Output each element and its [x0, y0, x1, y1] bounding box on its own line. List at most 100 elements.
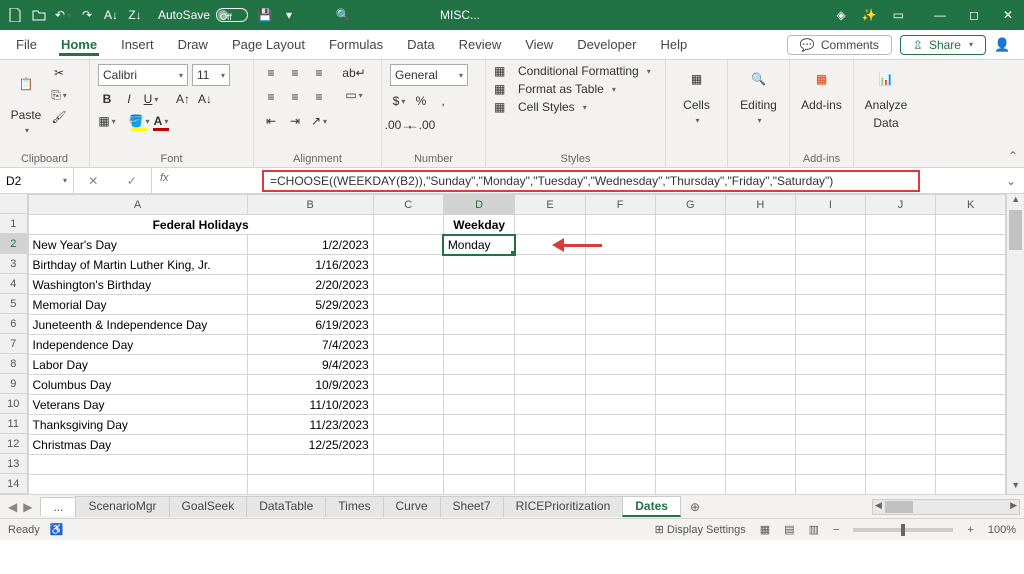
new-file-icon[interactable] — [8, 8, 22, 22]
cell[interactable] — [655, 375, 725, 395]
cell[interactable] — [443, 295, 515, 315]
percent-icon[interactable]: % — [412, 92, 430, 110]
cell[interactable] — [443, 275, 515, 295]
column-header[interactable]: C — [373, 195, 443, 215]
cell[interactable] — [515, 475, 585, 495]
zoom-slider[interactable] — [853, 528, 953, 532]
sheet-tab[interactable]: Sheet7 — [440, 496, 504, 517]
cell[interactable] — [795, 415, 865, 435]
display-settings-button[interactable]: ⊞ Display Settings — [655, 523, 746, 536]
cell[interactable] — [373, 355, 443, 375]
window-icon[interactable]: ▭ — [893, 8, 904, 22]
cell[interactable] — [795, 375, 865, 395]
cell[interactable] — [655, 355, 725, 375]
cell[interactable] — [443, 435, 515, 455]
column-header[interactable]: F — [585, 195, 655, 215]
cell[interactable] — [655, 435, 725, 455]
zoom-in-button[interactable]: + — [967, 524, 973, 536]
cell[interactable]: Independence Day — [28, 335, 247, 355]
decrease-indent-icon[interactable]: ⇤ — [262, 112, 280, 130]
cell[interactable] — [865, 355, 935, 375]
cell[interactable] — [585, 375, 655, 395]
row-header[interactable]: 4 — [0, 274, 27, 294]
align-top-icon[interactable]: ≡ — [262, 64, 280, 82]
conditional-formatting-button[interactable]: ▦Conditional Formatting▾ — [494, 64, 651, 78]
cell[interactable] — [443, 255, 515, 275]
vertical-scrollbar[interactable]: ▲ ▼ — [1006, 194, 1024, 494]
cell[interactable]: 9/4/2023 — [247, 355, 373, 375]
cell[interactable]: New Year's Day — [28, 235, 247, 255]
cell[interactable]: Christmas Day — [28, 435, 247, 455]
cell[interactable] — [936, 355, 1006, 375]
editing-button[interactable]: 🔍Editing▾ — [736, 64, 781, 125]
tab-home[interactable]: Home — [59, 33, 99, 56]
zoom-out-button[interactable]: − — [833, 524, 839, 536]
bold-button[interactable]: B — [98, 90, 116, 108]
cell[interactable] — [725, 355, 795, 375]
cell[interactable] — [936, 315, 1006, 335]
row-header[interactable]: 13 — [0, 454, 27, 474]
cell[interactable] — [936, 435, 1006, 455]
cell[interactable] — [865, 395, 935, 415]
view-pagebreak-icon[interactable]: ▥ — [809, 523, 819, 536]
cell[interactable]: Birthday of Martin Luther King, Jr. — [28, 255, 247, 275]
cell[interactable] — [655, 335, 725, 355]
cell[interactable] — [865, 315, 935, 335]
cell[interactable] — [515, 215, 585, 235]
cell[interactable] — [585, 275, 655, 295]
cell[interactable]: Columbus Day — [28, 375, 247, 395]
cell[interactable] — [936, 415, 1006, 435]
number-format-dropdown[interactable]: General▾ — [390, 64, 468, 86]
cell[interactable]: Federal Holidays — [28, 215, 373, 235]
analyze-data-button[interactable]: 📊AnalyzeData — [862, 64, 910, 130]
increase-font-icon[interactable]: A↑ — [174, 90, 192, 108]
column-header[interactable]: K — [936, 195, 1006, 215]
cell[interactable] — [373, 295, 443, 315]
cell[interactable] — [795, 335, 865, 355]
expand-formula-bar-icon[interactable]: ⌄ — [998, 174, 1024, 188]
cell[interactable] — [28, 455, 247, 475]
cell[interactable] — [585, 475, 655, 495]
cell[interactable] — [247, 455, 373, 475]
accessibility-icon[interactable]: ♿ — [50, 523, 64, 536]
sort-asc-icon[interactable]: A↓ — [104, 8, 118, 22]
cell[interactable] — [865, 335, 935, 355]
column-header[interactable]: H — [725, 195, 795, 215]
close-button[interactable]: ✕ — [1000, 8, 1016, 22]
new-sheet-button[interactable]: ⊕ — [680, 500, 710, 514]
cell[interactable]: Veterans Day — [28, 395, 247, 415]
align-bottom-icon[interactable]: ≡ — [310, 64, 328, 82]
cell[interactable] — [515, 335, 585, 355]
cell[interactable] — [795, 435, 865, 455]
row-header[interactable]: 3 — [0, 254, 27, 274]
cell[interactable] — [443, 455, 515, 475]
cell[interactable] — [795, 475, 865, 495]
sheet-tab[interactable]: GoalSeek — [169, 496, 248, 517]
tab-help[interactable]: Help — [658, 33, 689, 56]
scroll-thumb[interactable] — [1009, 210, 1022, 250]
cell[interactable] — [585, 355, 655, 375]
cell[interactable] — [725, 455, 795, 475]
cell[interactable] — [585, 435, 655, 455]
tab-nav-next-icon[interactable]: ▶ — [23, 500, 32, 514]
row-header[interactable]: 1 — [0, 214, 27, 234]
cell[interactable] — [585, 415, 655, 435]
cell[interactable] — [795, 455, 865, 475]
row-header[interactable]: 12 — [0, 434, 27, 454]
minimize-button[interactable]: — — [932, 8, 948, 22]
cell[interactable] — [936, 255, 1006, 275]
cell[interactable] — [515, 255, 585, 275]
horizontal-scrollbar[interactable]: ◀ ▶ — [872, 499, 1020, 515]
borders-button[interactable]: ▦▾ — [98, 112, 116, 130]
cell[interactable]: 2/20/2023 — [247, 275, 373, 295]
select-all-corner[interactable] — [0, 194, 27, 214]
cell[interactable] — [515, 435, 585, 455]
cell[interactable]: Thanksgiving Day — [28, 415, 247, 435]
addins-button[interactable]: ▦Add-ins — [798, 64, 845, 112]
sheet-tab[interactable]: DataTable — [246, 496, 326, 517]
increase-indent-icon[interactable]: ⇥ — [286, 112, 304, 130]
sheet-tab[interactable]: Times — [325, 496, 383, 517]
tab-file[interactable]: File — [14, 33, 39, 56]
cell[interactable] — [515, 395, 585, 415]
column-header[interactable]: G — [655, 195, 725, 215]
